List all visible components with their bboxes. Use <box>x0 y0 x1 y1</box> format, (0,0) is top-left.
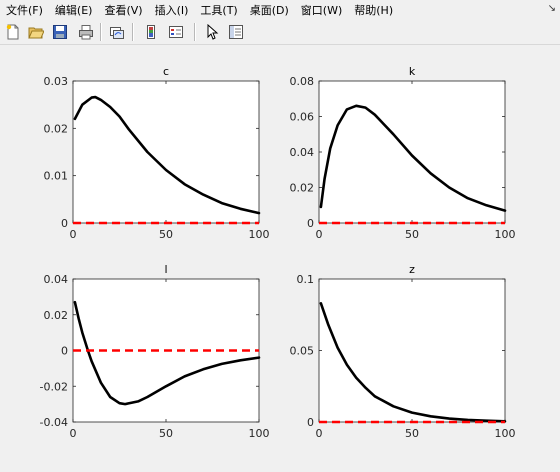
y-tick-label: 0 <box>307 217 314 230</box>
x-tick-label: 100 <box>495 427 516 440</box>
x-tick-label: 0 <box>316 228 323 241</box>
toolbar-separator <box>100 23 102 41</box>
y-tick-label: 0.05 <box>290 345 315 358</box>
axes-box <box>318 278 506 423</box>
subplot-title: z <box>409 263 415 276</box>
subplot-1: c 0 50 100 0 0.01 0.02 0.03 <box>44 65 270 241</box>
y-tick-label: 0.06 <box>290 111 315 124</box>
y-tick-label: 0.02 <box>44 309 69 322</box>
menu-tools[interactable]: 工具(T) <box>194 2 243 18</box>
menu-view[interactable]: 查看(V) <box>98 2 148 18</box>
y-tick-label: 0.01 <box>44 170 69 183</box>
y-tick-label: 0 <box>61 345 68 358</box>
menu-file[interactable]: 文件(F) <box>0 2 49 18</box>
y-tick-label: 0.1 <box>297 273 315 286</box>
x-tick-label: 100 <box>249 427 270 440</box>
y-tick-label: 0.03 <box>44 75 69 88</box>
subplot-4: z 0 50 100 0 0.05 0.1 <box>290 263 516 440</box>
x-tick-label: 0 <box>70 427 77 440</box>
x-tick-label: 50 <box>159 228 173 241</box>
x-tick-label: 100 <box>249 228 270 241</box>
y-tick-label: 0.04 <box>44 273 69 286</box>
menu-bar: 文件(F) 编辑(E) 查看(V) 插入(I) 工具(T) 桌面(D) 窗口(W… <box>0 0 560 20</box>
new-figure-icon[interactable] <box>3 22 23 42</box>
subplot-2: k 0 50 100 0 0.02 0.04 0.06 0.08 <box>290 65 516 241</box>
link-plot-icon[interactable] <box>107 22 127 42</box>
menu-desktop[interactable]: 桌面(D) <box>244 2 295 18</box>
y-tick-label: 0.02 <box>290 182 315 195</box>
insert-colorbar-icon[interactable] <box>141 22 161 42</box>
x-tick-label: 50 <box>405 427 419 440</box>
edit-plot-arrow-icon[interactable] <box>202 22 222 42</box>
subplot-title: k <box>409 65 416 78</box>
dock-arrow-icon[interactable]: ↘ <box>548 3 556 14</box>
subplot-3: l 0 50 100 -0.04 -0.02 0 0.02 0.04 <box>40 263 270 440</box>
y-tick-label: 0.08 <box>290 75 315 88</box>
property-inspector-icon[interactable] <box>226 22 246 42</box>
y-tick-label: -0.02 <box>40 380 68 393</box>
open-file-icon[interactable] <box>26 22 46 42</box>
y-tick-label: 0 <box>61 217 68 230</box>
menu-window[interactable]: 窗口(W) <box>295 2 348 18</box>
y-tick-label: 0.02 <box>44 122 69 135</box>
subplot-title: l <box>164 263 167 276</box>
figure-canvas: c 0 50 100 0 0.01 0.02 0.03 k 0 50 100 0 0.02 0.04 0.06… <box>0 45 560 468</box>
x-tick-label: 100 <box>495 228 516 241</box>
y-tick-label: 0 <box>307 416 314 429</box>
save-icon[interactable] <box>50 22 70 42</box>
insert-legend-icon[interactable] <box>166 22 186 42</box>
print-icon[interactable] <box>76 22 96 42</box>
y-tick-label: 0.04 <box>290 146 315 159</box>
x-tick-label: 50 <box>405 228 419 241</box>
x-tick-label: 0 <box>316 427 323 440</box>
toolbar-separator <box>194 23 196 41</box>
figure-svg: c 0 50 100 0 0.01 0.02 0.03 k 0 50 100 0 0.02 0.04 0.06… <box>40 65 516 440</box>
toolbar-separator <box>132 23 134 41</box>
axes-box <box>72 80 260 224</box>
subplot-title: c <box>163 65 169 78</box>
menu-insert[interactable]: 插入(I) <box>149 2 195 18</box>
figure-toolbar <box>0 20 560 45</box>
menu-edit[interactable]: 编辑(E) <box>49 2 99 18</box>
x-tick-label: 0 <box>70 228 77 241</box>
y-tick-label: -0.04 <box>40 416 68 429</box>
x-tick-label: 50 <box>159 427 173 440</box>
menu-help[interactable]: 帮助(H) <box>348 2 399 18</box>
